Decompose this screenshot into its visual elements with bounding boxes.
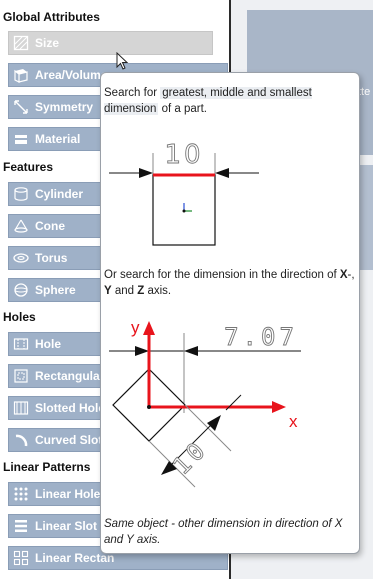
torus-button-label: Torus	[35, 251, 68, 265]
slotted-hole-icon	[13, 400, 29, 416]
figure-2-dimension-diagonal: 10	[167, 434, 213, 480]
figure-2-axis-y: y	[131, 318, 140, 337]
linear-hole-button-label: Linear Hole	[35, 487, 101, 501]
cylinder-icon	[13, 186, 29, 202]
size-tooltip: Search for greatest, middle and smallest…	[100, 72, 360, 554]
tooltip-p2-text: Or search for the dimension in the direc…	[104, 269, 340, 281]
hole-button-label: Hole	[35, 337, 62, 351]
sphere-button-label: Sphere	[35, 283, 76, 297]
figure-2-dimension-top: 7.07	[224, 323, 298, 351]
size-figure-2: 7.07 y x 10	[109, 318, 301, 488]
linear-slot-button-label: Linear Slot P	[35, 519, 109, 533]
tooltip-p1-end: of a part.	[158, 103, 208, 115]
torus-icon	[13, 250, 29, 266]
hole-icon	[13, 336, 29, 352]
tooltip-p2-x: X	[339, 269, 348, 281]
slotted-hole-button-label: Slotted Hole	[35, 401, 106, 415]
sphere-icon	[13, 282, 29, 298]
area-volume-icon	[13, 67, 29, 83]
cone-icon	[13, 218, 29, 234]
material-icon	[13, 131, 29, 147]
figure-2-axis-x: x	[289, 412, 298, 431]
material-button-label: Material	[35, 132, 81, 146]
tooltip-p2-sep2: and	[111, 285, 138, 297]
cylinder-button-label: Cylinder	[35, 187, 84, 201]
linear-hole-icon	[13, 486, 29, 502]
tooltip-p2-end: axis.	[144, 285, 172, 297]
area-volume-button-label: Area/Volume	[35, 68, 108, 82]
mouse-cursor-icon	[116, 52, 129, 70]
rectangular-icon	[13, 368, 29, 384]
cone-button-label: Cone	[35, 219, 65, 233]
size-icon	[13, 35, 29, 51]
tooltip-p2-y: Y	[104, 285, 112, 297]
section-linear-patterns: Linear Patterns	[3, 460, 91, 474]
section-global-attributes: Global Attributes	[3, 10, 100, 24]
linear-rect-icon	[13, 550, 29, 566]
curved-slot-button-label: Curved Slot	[35, 433, 103, 447]
symmetry-icon	[13, 99, 29, 115]
linear-slot-icon	[13, 518, 29, 534]
tooltip-paragraph-3: Same object - other dimension in directi…	[104, 518, 343, 546]
tooltip-paragraph-1: Search for greatest, middle and smallest…	[104, 85, 354, 117]
figure-1-dimension-label: 10	[164, 140, 203, 170]
tooltip-paragraph-2: Or search for the dimension in the direc…	[104, 267, 356, 299]
tooltip-p1-text: Search for	[104, 87, 161, 99]
symmetry-button-label: Symmetry	[35, 100, 94, 114]
tooltip-p2-sep1: -,	[347, 269, 355, 281]
rectangular-button-label: Rectangular	[35, 369, 105, 383]
section-features: Features	[3, 160, 54, 174]
size-button[interactable]: Size	[8, 31, 213, 55]
size-figure-1: 10	[109, 140, 259, 246]
curved-slot-icon	[13, 432, 29, 448]
section-holes: Holes	[3, 310, 36, 324]
size-button-label: Size	[35, 36, 60, 50]
